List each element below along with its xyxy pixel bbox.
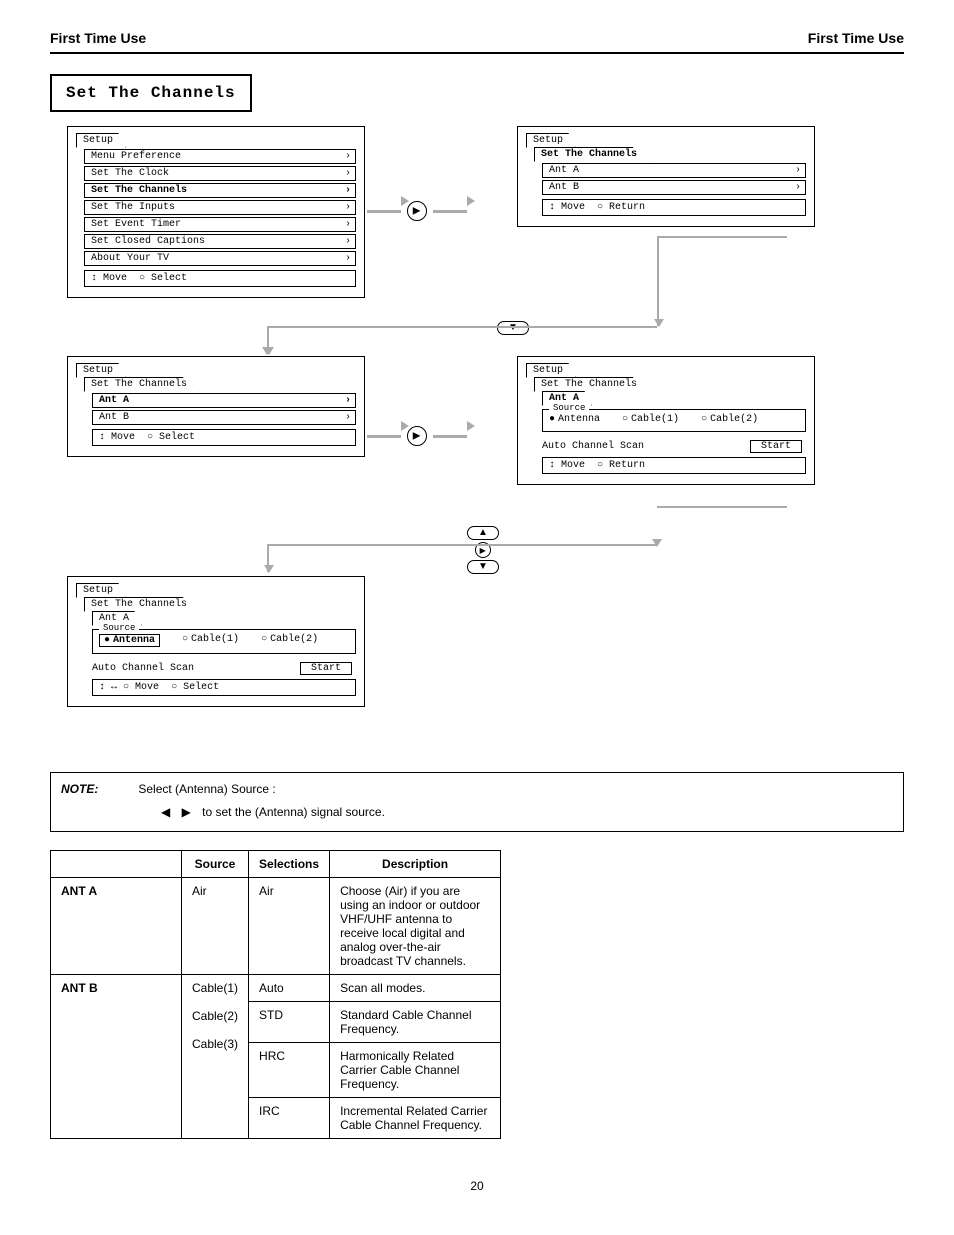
arrow-right-step2: ▶ bbox=[367, 426, 467, 446]
menu-item: Ant A bbox=[542, 163, 806, 178]
cell-selection: Air bbox=[249, 877, 330, 974]
cell-description: Scan all modes. bbox=[330, 974, 501, 1001]
tab-set-channels: Set The Channels bbox=[534, 377, 650, 392]
tab-setup: Setup bbox=[76, 363, 126, 378]
th-selections: Selections bbox=[249, 850, 330, 877]
left-right-arrows-icon: ◀ ▶ bbox=[161, 805, 195, 819]
start-button: Start bbox=[300, 662, 352, 675]
menu-item: Set The Inputs bbox=[84, 200, 356, 215]
menu-setup-full: Setup Menu Preference Set The Clock Set … bbox=[67, 126, 365, 298]
note-subtext: ◀ ▶ to set the (Antenna) signal source. bbox=[161, 804, 893, 821]
menu-item: Ant B bbox=[542, 180, 806, 195]
cell-description: Harmonically Related Carrier Cable Chann… bbox=[330, 1042, 501, 1097]
th-source: Source bbox=[182, 850, 249, 877]
cell-selection: Auto bbox=[249, 974, 330, 1001]
note-label: NOTE: bbox=[61, 781, 98, 798]
menu-set-channels-2: Setup Set The Channels Ant A Ant B Move … bbox=[67, 356, 365, 457]
cell-selection: IRC bbox=[249, 1097, 330, 1138]
tab-setup: Setup bbox=[76, 133, 126, 148]
th-blank bbox=[51, 850, 182, 877]
cell-source-cable: Cable(1) Cable(2) Cable(3) bbox=[182, 974, 249, 1138]
menu-set-channels-1: Setup Set The Channels Ant A Ant B Move … bbox=[517, 126, 815, 227]
radio-cable1: Cable(1) bbox=[622, 414, 679, 425]
right-button-icon: ▶ bbox=[472, 539, 495, 562]
header-left: First Time Use bbox=[50, 30, 146, 46]
radio-cable2: Cable(2) bbox=[701, 414, 758, 425]
page-header: First Time Use First Time Use bbox=[50, 30, 904, 54]
cell-selection: STD bbox=[249, 1001, 330, 1042]
auto-scan-label: Auto Channel Scan bbox=[92, 663, 194, 674]
radio-antenna: Antenna bbox=[549, 414, 600, 425]
radio-antenna-selected: Antenna bbox=[99, 634, 160, 647]
th-description: Description bbox=[330, 850, 501, 877]
cell-selection: HRC bbox=[249, 1042, 330, 1097]
menu-footer: Move Return bbox=[542, 457, 806, 474]
menu-item-selected: Ant A bbox=[92, 393, 356, 408]
down-button-indicator: ▼ bbox=[497, 321, 529, 335]
header-right: First Time Use bbox=[808, 30, 904, 46]
menu-item: Menu Preference bbox=[84, 149, 356, 164]
up-button-icon: ▲ bbox=[467, 526, 499, 540]
menu-item: Set Closed Captions bbox=[84, 234, 356, 249]
cell-description: Incremental Related Carrier Cable Channe… bbox=[330, 1097, 501, 1138]
radio-cable1: Cable(1) bbox=[182, 634, 239, 647]
menu-footer: ↔ Move Select bbox=[92, 679, 356, 696]
menu-item: Set Event Timer bbox=[84, 217, 356, 232]
source-fieldset: Source Antenna Cable(1) Cable(2) bbox=[542, 409, 806, 432]
arrow-right-step1: ▶ bbox=[367, 201, 467, 221]
menu-footer: Move Select bbox=[84, 270, 356, 287]
menu-item: About Your TV bbox=[84, 251, 356, 266]
row-ant-a-label: ANT A bbox=[51, 877, 182, 974]
radio-cable2: Cable(2) bbox=[261, 634, 318, 647]
down-button-icon: ▼ bbox=[497, 321, 529, 335]
menu-footer: Move Select bbox=[92, 429, 356, 446]
source-table: Source Selections Description ANT A Air … bbox=[50, 850, 904, 1139]
source-fieldset: Source Antenna Cable(1) Cable(2) bbox=[92, 629, 356, 654]
cell-description: Standard Cable Channel Frequency. bbox=[330, 1001, 501, 1042]
row-ant-b-label: ANT B bbox=[51, 974, 182, 1138]
cell-source: Air bbox=[182, 877, 249, 974]
tab-setup: Setup bbox=[76, 583, 126, 598]
menu-ant-a-source-2: Setup Set The Channels Ant A Source Ante… bbox=[67, 576, 365, 707]
auto-scan-label: Auto Channel Scan bbox=[542, 441, 644, 452]
menu-item: Set The Clock bbox=[84, 166, 356, 181]
cell-description: Choose (Air) if you are using an indoor … bbox=[330, 877, 501, 974]
start-button: Start bbox=[750, 440, 802, 453]
menu-footer: Move Return bbox=[542, 199, 806, 216]
note-box: NOTE: Select (Antenna) Source : ◀ ▶ to s… bbox=[50, 772, 904, 832]
menu-ant-a-source-1: Setup Set The Channels Ant A Source Ante… bbox=[517, 356, 815, 485]
tab-set-channels: Set The Channels bbox=[534, 147, 650, 162]
section-title: Set The Channels bbox=[50, 74, 252, 112]
page-number: 20 bbox=[50, 1179, 904, 1193]
menu-item: Ant B bbox=[92, 410, 356, 425]
note-text: Select (Antenna) Source : bbox=[138, 781, 275, 798]
tab-setup: Setup bbox=[526, 363, 576, 378]
down-button-icon: ▼ bbox=[467, 560, 499, 574]
nav-buttons-cluster: ▲ ▶ ▼ bbox=[467, 526, 499, 574]
tab-set-channels: Set The Channels bbox=[84, 377, 200, 392]
menu-item-selected: Set The Channels bbox=[84, 183, 356, 198]
tab-setup: Setup bbox=[526, 133, 576, 148]
flow-diagram: Setup Menu Preference Set The Clock Set … bbox=[67, 126, 887, 766]
tab-set-channels: Set The Channels bbox=[84, 597, 200, 612]
